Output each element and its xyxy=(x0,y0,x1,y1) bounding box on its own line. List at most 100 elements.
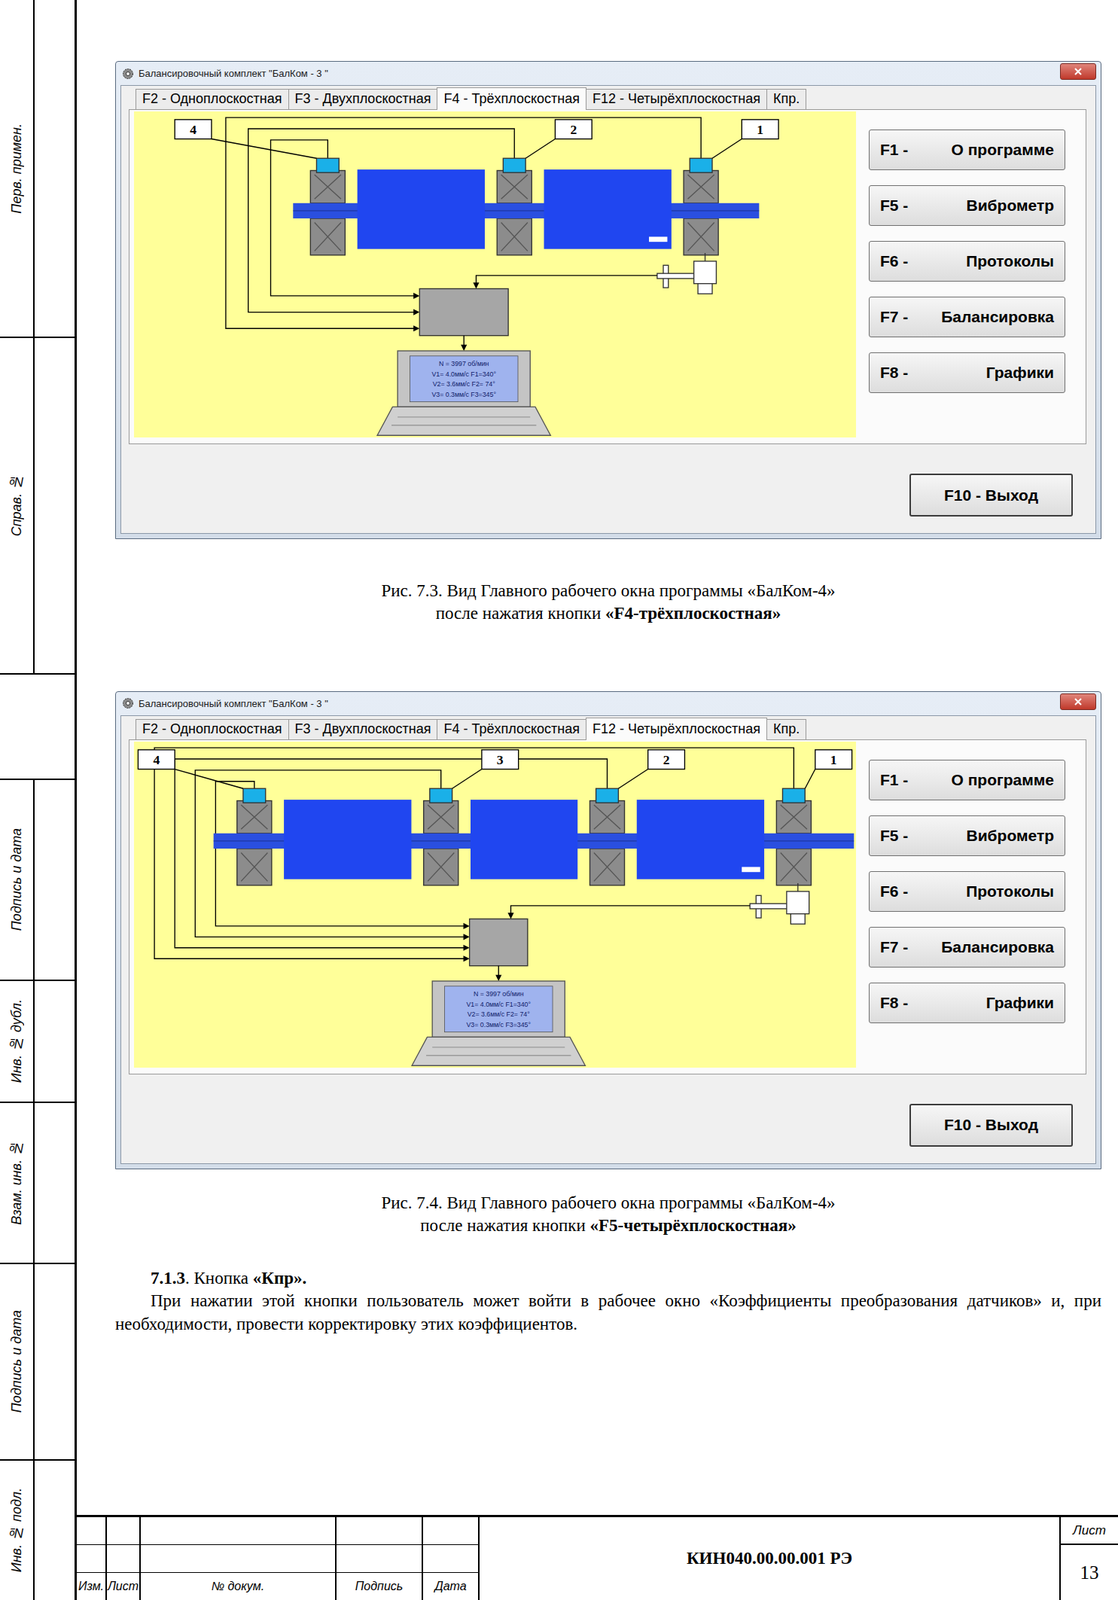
bearing-cross xyxy=(780,852,808,881)
bearing-cross xyxy=(594,852,621,881)
title-block-cell: № докум. xyxy=(140,1572,337,1600)
close-button[interactable] xyxy=(1060,693,1097,710)
label-leader xyxy=(174,768,244,789)
tab[interactable]: F2 - Одноплоскостная xyxy=(135,718,290,740)
tab-page: N = 3997 об/минV1= 4.0мм/с F1=340°V2= 3.… xyxy=(128,739,1087,1075)
frame-label-cell: Взам. инв. № xyxy=(0,1102,35,1263)
app-gear-icon xyxy=(121,67,135,80)
caption-text: после нажатия кнопки xyxy=(420,1215,590,1235)
bearing-block xyxy=(310,170,345,203)
tab[interactable]: F12 - Четырёхплоскостная xyxy=(585,717,768,741)
title-block-cell: Подпись xyxy=(336,1572,424,1600)
frame-label: Подпись и дата xyxy=(9,828,25,931)
phase-sensor-stem xyxy=(704,252,706,262)
button-label: О программе xyxy=(950,770,1055,789)
title-block-cell xyxy=(336,1517,424,1545)
sensor-label: 2 xyxy=(663,752,671,768)
frame-label: Взам. инв. № xyxy=(9,1140,25,1225)
bearing-block xyxy=(683,170,719,203)
close-icon[interactable] xyxy=(1073,697,1083,706)
page-content: Балансировочный комплект "БалКом - 3 "F2… xyxy=(76,0,1118,1515)
tab[interactable]: F4 - Трёхплоскостная xyxy=(436,718,587,740)
phase-shaft xyxy=(657,273,698,279)
phase-sensor-base xyxy=(697,283,713,295)
section-body: При нажатии этой кнопки пользователь мож… xyxy=(115,1289,1102,1336)
exit-button[interactable]: F10 - Выход xyxy=(909,473,1073,517)
function-button[interactable]: F1 -О программе xyxy=(868,129,1066,171)
function-button[interactable]: F5 -Виброметр xyxy=(868,185,1066,226)
sensor-label: 4 xyxy=(189,121,197,138)
bearing-cross xyxy=(314,222,342,251)
caption-line: после нажатия кнопки «F4-трёхплоскостная… xyxy=(115,602,1102,625)
phase-sensor-stem xyxy=(797,883,799,892)
sensor-label: 4 xyxy=(152,752,160,768)
frame-label-cell: Инв. № подл. xyxy=(0,1460,35,1600)
frame-cell: Инв. № подл. xyxy=(0,1459,75,1600)
title-block-cell xyxy=(76,1544,107,1573)
close-icon[interactable] xyxy=(1073,67,1083,76)
exit-button[interactable]: F10 - Выход xyxy=(909,1103,1073,1147)
laptop-screen-frame xyxy=(432,980,565,1037)
label-leader xyxy=(712,139,742,159)
laptop-keys xyxy=(397,416,531,418)
vibration-sensor xyxy=(689,158,713,173)
sensor-wire xyxy=(215,781,465,927)
bearing-cross xyxy=(427,852,454,881)
laptop-text: V3= 0.3мм/с F3=345° xyxy=(466,1020,531,1029)
bearing-cross xyxy=(594,804,621,829)
section-title: «Кпр». xyxy=(252,1268,307,1288)
function-button[interactable]: F5 -Виброметр xyxy=(868,815,1066,857)
title-block-cell: Лист xyxy=(106,1572,141,1600)
tab[interactable]: F4 - Трёхплоскостная xyxy=(436,87,587,110)
function-button[interactable]: F1 -О программе xyxy=(868,759,1066,801)
title-block-cell xyxy=(76,1517,107,1545)
frame-value-cell xyxy=(34,1264,75,1460)
phase-sensor-base xyxy=(790,913,805,924)
frame-label-cell: Подпись и дата xyxy=(0,779,35,980)
gear-rim xyxy=(123,698,134,709)
rotor xyxy=(357,169,485,250)
tab[interactable]: F3 - Двухплоскостная xyxy=(288,718,439,740)
title-block-header: Дата xyxy=(434,1579,467,1594)
tab[interactable]: Кпр. xyxy=(766,718,807,740)
diagram-panel: N = 3997 об/минV1= 4.0мм/с F1=340°V2= 3.… xyxy=(134,741,857,1068)
label-box xyxy=(137,749,175,770)
close-button[interactable] xyxy=(1060,63,1097,80)
frame-label-cell: Инв. № дубл. xyxy=(0,980,35,1102)
laptop-keys xyxy=(432,1046,565,1048)
frame-label-cell: Справ. № xyxy=(0,338,35,674)
sensor-wire xyxy=(248,128,515,313)
tab[interactable]: F3 - Двухплоскостная xyxy=(288,88,439,110)
bottom-strip: F10 - Выход xyxy=(121,444,1096,534)
tab[interactable]: Кпр. xyxy=(766,88,807,110)
tab[interactable]: F2 - Одноплоскостная xyxy=(135,88,290,110)
bearing-block xyxy=(589,848,625,886)
function-button[interactable]: F7 -Балансировка xyxy=(868,296,1066,338)
function-button[interactable]: F8 -Графики xyxy=(868,982,1066,1024)
frame-cell: Инв. № дубл. xyxy=(0,979,75,1102)
title-block-cell xyxy=(140,1544,337,1573)
laptop-keys xyxy=(391,424,537,426)
label-box xyxy=(174,119,212,140)
function-button[interactable]: F6 -Протоколы xyxy=(868,871,1066,912)
function-button[interactable]: F8 -Графики xyxy=(868,352,1066,393)
rotor xyxy=(470,799,578,880)
section-heading: 7.1.3. Кнопка «Кпр». xyxy=(115,1267,1102,1291)
label-box xyxy=(554,119,592,140)
function-button[interactable]: F7 -Балансировка xyxy=(868,926,1066,968)
function-button[interactable]: F6 -Протоколы xyxy=(868,240,1066,282)
vibration-sensor xyxy=(782,788,805,803)
button-key: F8 - xyxy=(880,363,908,382)
section: 7.1.3. Кнопка «Кпр».При нажатии этой кно… xyxy=(115,1267,1102,1337)
frame-value-cell xyxy=(34,1102,75,1263)
caption-text: после нажатия кнопки xyxy=(435,603,606,623)
sensor-wire xyxy=(194,770,465,937)
sensor-label: 2 xyxy=(569,121,577,138)
arrow-icon xyxy=(463,923,470,930)
tab[interactable]: F12 - Четырёхплоскостная xyxy=(585,88,768,110)
laptop-text: N = 3997 об/мин xyxy=(473,990,524,998)
bearing-block xyxy=(776,848,811,886)
button-key: F6 - xyxy=(880,882,908,901)
section-number: 7.1.3 xyxy=(150,1268,186,1288)
arrow-icon xyxy=(495,974,502,981)
